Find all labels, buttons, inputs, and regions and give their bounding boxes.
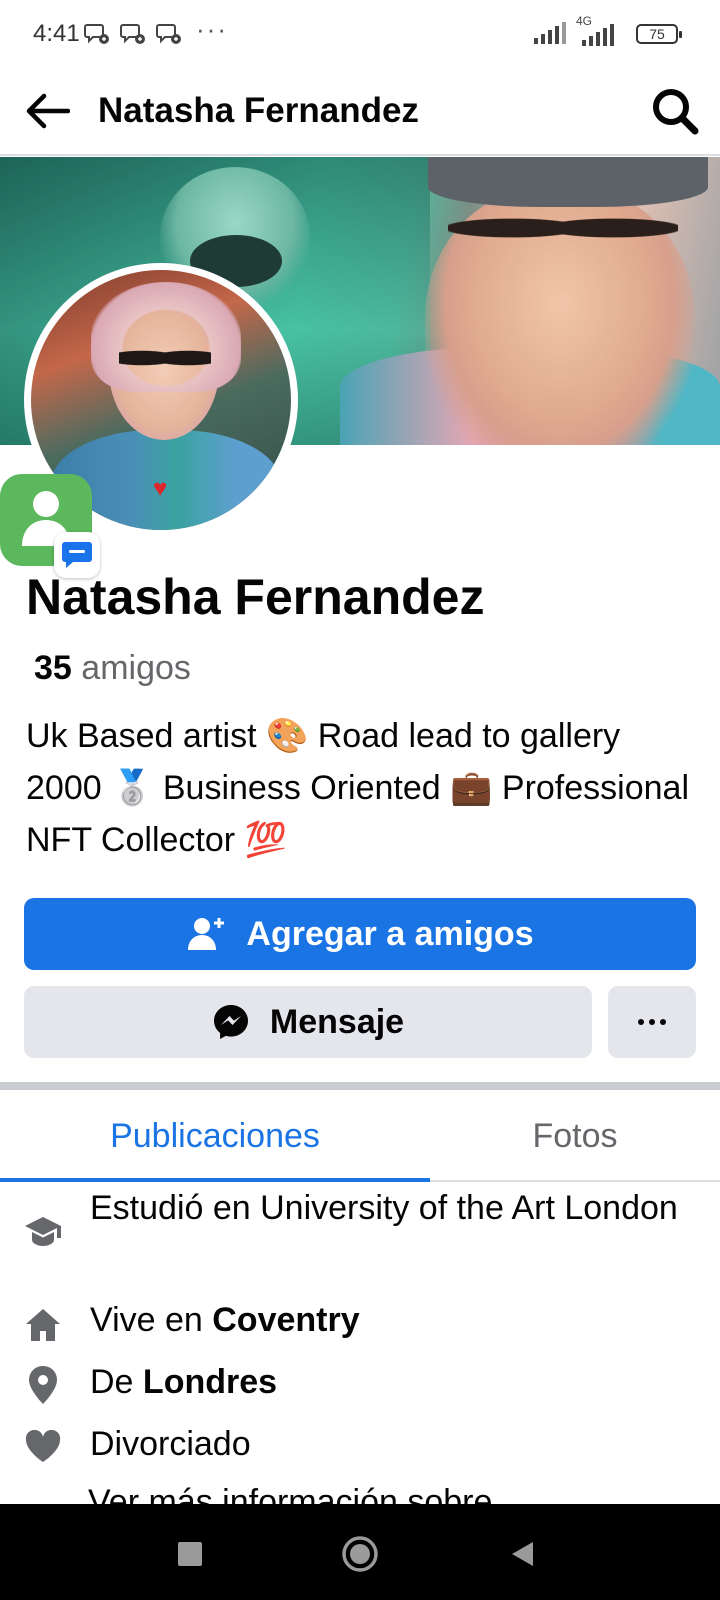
signal-icon (534, 22, 566, 44)
top-app-bar: Natasha Fernandez (0, 66, 720, 156)
message-label: Mensaje (269, 1002, 405, 1041)
profile-name: Natasha Fernandez (26, 569, 485, 625)
location-pin-icon (22, 1364, 64, 1406)
recents-button[interactable] (170, 1534, 210, 1574)
more-dots-icon (638, 1019, 666, 1025)
status-bar: 4:41 ··· 4G 75 (0, 0, 720, 66)
cover-hat (428, 157, 708, 207)
notification-icons (84, 22, 182, 46)
lives-city[interactable]: Coventry (212, 1301, 359, 1339)
education-text: Estudió en University of the Art London (90, 1189, 678, 1227)
message-button[interactable]: Mensaje (24, 986, 592, 1058)
detail-relationship: Divorciado (0, 1418, 720, 1478)
relationship-text: Divorciado (90, 1425, 251, 1463)
messenger-notification-icon (156, 24, 181, 44)
messenger-notification-icon (120, 24, 145, 44)
profile-picture-hair (91, 282, 241, 392)
search-button[interactable] (646, 82, 704, 140)
graduation-cap-icon (22, 1210, 64, 1252)
add-friend-button[interactable]: Agregar a amigos (24, 898, 696, 970)
status-time: 4:41 (33, 20, 80, 47)
from-city[interactable]: Londres (143, 1363, 277, 1401)
heart-icon: ♥ (153, 475, 168, 502)
see-more-about-link[interactable]: Ver más información sobre (88, 1476, 492, 1504)
profile-tabs: Publicaciones Fotos (0, 1090, 720, 1182)
heart-icon (22, 1426, 64, 1468)
home-button[interactable] (340, 1534, 380, 1574)
triangle-back-icon (512, 1542, 533, 1566)
signal-4g-icon: 4G (572, 14, 616, 48)
add-friend-label: Agregar a amigos (246, 914, 534, 953)
more-options-button[interactable] (608, 986, 696, 1058)
back-button[interactable] (22, 86, 72, 136)
messenger-notification-icon (84, 24, 109, 44)
lives-prefix: Vive en (90, 1301, 203, 1339)
lives-text: Vive en Coventry (90, 1294, 690, 1346)
friends-number: 35 (34, 649, 72, 687)
battery-level: 75 (649, 26, 665, 42)
more-notifications-icon: ··· (196, 14, 228, 44)
profile-bio: Uk Based artist 🎨 Road lead to gallery 2… (26, 717, 689, 859)
add-friend-icon (188, 918, 225, 950)
detail-from: De Londres (0, 1356, 720, 1416)
circle-home-icon (342, 1536, 378, 1572)
battery-icon: 75 (636, 24, 682, 44)
app-bar-title: Natasha Fernandez (98, 91, 419, 130)
from-prefix: De (90, 1363, 134, 1401)
search-icon (653, 89, 699, 135)
system-navigation-bar (0, 1504, 720, 1600)
friends-label: amigos (81, 649, 191, 687)
home-icon (22, 1304, 64, 1346)
detail-lives: Vive en Coventry (0, 1294, 720, 1354)
section-divider (0, 1082, 720, 1090)
square-icon (178, 1542, 202, 1566)
back-nav-button[interactable] (502, 1534, 542, 1574)
detail-education: Estudió en University of the Art London (0, 1182, 720, 1290)
messenger-icon (213, 1005, 248, 1039)
tab-photos[interactable]: Fotos (430, 1090, 720, 1182)
friends-count[interactable]: 35 amigos (34, 648, 191, 688)
cover-glasses (448, 205, 678, 251)
arrow-left-icon (26, 93, 70, 129)
profile-picture-glasses (119, 344, 211, 372)
tab-posts[interactable]: Publicaciones (0, 1090, 430, 1182)
from-text: De Londres (90, 1356, 690, 1408)
